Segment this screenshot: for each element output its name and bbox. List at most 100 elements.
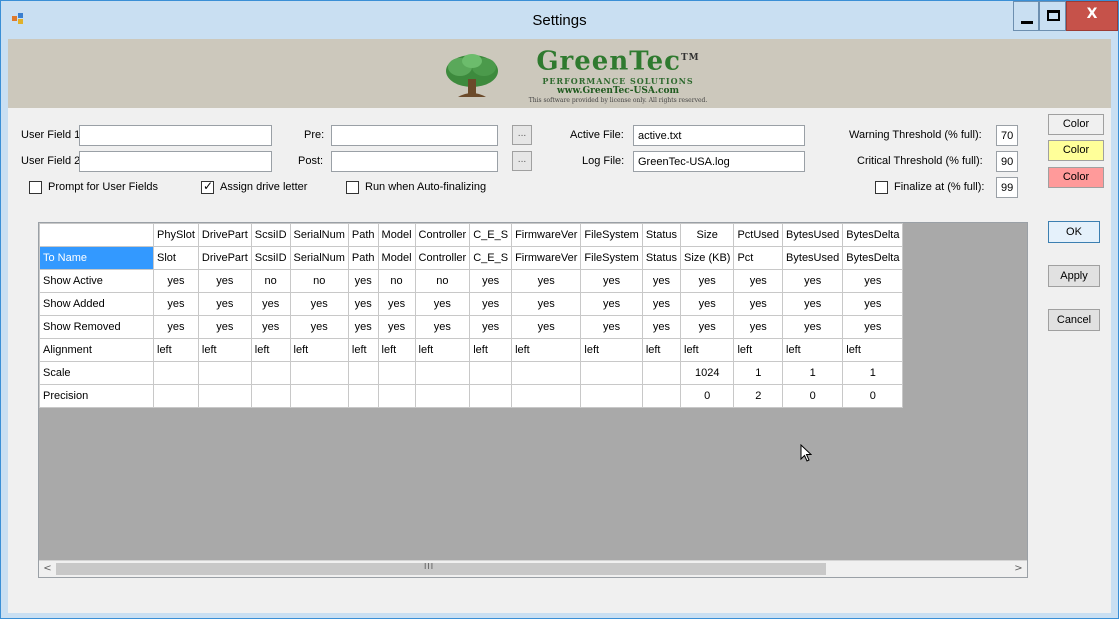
grid-cell[interactable]: left bbox=[469, 338, 513, 362]
grid-cell[interactable]: DrivePart bbox=[197, 246, 252, 270]
grid-cell[interactable]: 1 bbox=[842, 361, 904, 385]
apply-button[interactable]: Apply bbox=[1048, 265, 1100, 287]
grid-cell[interactable] bbox=[197, 361, 252, 385]
grid-cell[interactable]: yes bbox=[641, 269, 682, 293]
grid-cell[interactable]: yes bbox=[153, 269, 199, 293]
grid-cell[interactable] bbox=[289, 384, 349, 408]
column-header[interactable]: Path bbox=[347, 223, 379, 247]
normal-color-button[interactable]: Color bbox=[1048, 114, 1104, 135]
grid-cell[interactable] bbox=[347, 384, 379, 408]
grid-cell[interactable] bbox=[377, 384, 416, 408]
column-header[interactable]: C_E_S bbox=[469, 223, 513, 247]
column-header[interactable]: DrivePart bbox=[197, 223, 252, 247]
grid-cell[interactable]: yes bbox=[733, 315, 784, 339]
horizontal-scrollbar[interactable]: < III > bbox=[39, 560, 1027, 577]
grid-row-header[interactable]: Show Added bbox=[39, 292, 154, 316]
grid-cell[interactable]: yes bbox=[782, 292, 844, 316]
grid-cell[interactable]: left bbox=[511, 338, 582, 362]
grid-cell[interactable] bbox=[153, 361, 199, 385]
grid-cell[interactable] bbox=[469, 384, 513, 408]
grid-cell[interactable] bbox=[197, 384, 252, 408]
close-button[interactable]: X bbox=[1066, 1, 1118, 31]
column-header[interactable]: Size bbox=[679, 223, 735, 247]
grid-cell[interactable]: Size (KB) bbox=[679, 246, 735, 270]
warning-threshold-input[interactable] bbox=[996, 125, 1018, 146]
grid-cell[interactable]: yes bbox=[580, 292, 643, 316]
grid-cell[interactable]: yes bbox=[842, 292, 904, 316]
user-field-2-input[interactable] bbox=[79, 151, 272, 172]
grid-cell[interactable]: yes bbox=[511, 269, 582, 293]
grid-cell[interactable]: BytesDelta bbox=[842, 246, 904, 270]
grid-cell[interactable]: yes bbox=[511, 292, 582, 316]
grid-cell[interactable]: left bbox=[580, 338, 643, 362]
column-header[interactable]: PhySlot bbox=[153, 223, 199, 247]
critical-threshold-input[interactable] bbox=[996, 151, 1018, 172]
grid-cell[interactable]: left bbox=[782, 338, 844, 362]
grid-cell[interactable]: yes bbox=[377, 315, 416, 339]
column-header[interactable]: SerialNum bbox=[289, 223, 349, 247]
grid-cell[interactable]: yes bbox=[250, 315, 291, 339]
grid-cell[interactable]: yes bbox=[733, 269, 784, 293]
grid-cell[interactable]: yes bbox=[153, 315, 199, 339]
assign-drive-letter-checkbox[interactable]: ✓ bbox=[201, 179, 214, 194]
grid-cell[interactable]: Model bbox=[377, 246, 416, 270]
grid-cell[interactable] bbox=[250, 361, 291, 385]
grid-cell[interactable]: no bbox=[289, 269, 349, 293]
grid-cell[interactable]: yes bbox=[289, 315, 349, 339]
title-bar[interactable]: Settings X bbox=[1, 1, 1118, 39]
log-file-input[interactable] bbox=[633, 151, 805, 172]
grid-cell[interactable]: left bbox=[197, 338, 252, 362]
grid-cell[interactable]: yes bbox=[679, 269, 735, 293]
prompt-user-fields-checkbox[interactable] bbox=[29, 181, 42, 194]
grid-cell[interactable]: yes bbox=[197, 315, 252, 339]
grid-cell[interactable]: left bbox=[377, 338, 416, 362]
grid-row-header[interactable]: Show Removed bbox=[39, 315, 154, 339]
grid-cell[interactable]: yes bbox=[842, 315, 904, 339]
column-header[interactable]: Model bbox=[377, 223, 416, 247]
grid-cell[interactable]: yes bbox=[377, 292, 416, 316]
grid-cell[interactable]: left bbox=[153, 338, 199, 362]
grid-cell[interactable] bbox=[580, 361, 643, 385]
grid-cell[interactable]: yes bbox=[679, 292, 735, 316]
grid-cell[interactable]: yes bbox=[153, 292, 199, 316]
grid-cell[interactable]: left bbox=[842, 338, 904, 362]
post-browse-button[interactable]: ... bbox=[512, 151, 532, 171]
column-header[interactable]: Controller bbox=[414, 223, 471, 247]
grid-cell[interactable]: yes bbox=[782, 315, 844, 339]
grid-cell[interactable]: BytesUsed bbox=[782, 246, 844, 270]
pre-browse-button[interactable]: ... bbox=[512, 125, 532, 145]
grid-cell[interactable]: yes bbox=[641, 292, 682, 316]
maximize-button[interactable] bbox=[1039, 1, 1066, 31]
scrollbar-thumb[interactable] bbox=[56, 563, 826, 575]
grid-cell[interactable] bbox=[641, 384, 682, 408]
grid-cell[interactable]: 1 bbox=[782, 361, 844, 385]
finalize-at-checkbox[interactable] bbox=[875, 181, 888, 194]
grid-cell[interactable]: left bbox=[250, 338, 291, 362]
grid-cell[interactable]: yes bbox=[469, 292, 513, 316]
minimize-button[interactable] bbox=[1013, 1, 1039, 31]
grid-cell[interactable]: yes bbox=[679, 315, 735, 339]
column-header[interactable]: BytesDelta bbox=[842, 223, 904, 247]
grid-cell[interactable]: Path bbox=[347, 246, 379, 270]
grid-cell[interactable]: Pct bbox=[733, 246, 784, 270]
grid-cell[interactable] bbox=[641, 361, 682, 385]
grid-cell[interactable] bbox=[347, 361, 379, 385]
grid-cell[interactable]: yes bbox=[347, 269, 379, 293]
grid-cell[interactable]: SerialNum bbox=[289, 246, 349, 270]
grid-cell[interactable] bbox=[511, 384, 582, 408]
grid-cell[interactable]: left bbox=[641, 338, 682, 362]
grid-cell[interactable]: left bbox=[733, 338, 784, 362]
grid-cell[interactable]: FileSystem bbox=[580, 246, 643, 270]
grid-cell[interactable]: left bbox=[414, 338, 471, 362]
grid-cell[interactable]: 0 bbox=[842, 384, 904, 408]
column-settings-grid[interactable]: PhySlot DrivePart ScsiID SerialNum Path Model… bbox=[38, 222, 1028, 578]
finalize-at-input[interactable] bbox=[996, 177, 1018, 198]
grid-cell[interactable]: yes bbox=[197, 269, 252, 293]
scroll-right-icon[interactable]: > bbox=[1010, 562, 1027, 577]
grid-cell[interactable]: yes bbox=[250, 292, 291, 316]
grid-cell[interactable]: left bbox=[679, 338, 735, 362]
pre-command-input[interactable] bbox=[331, 125, 498, 146]
grid-row-header[interactable]: Precision bbox=[39, 384, 154, 408]
user-field-1-input[interactable] bbox=[79, 125, 272, 146]
grid-cell[interactable]: ScsiID bbox=[250, 246, 291, 270]
